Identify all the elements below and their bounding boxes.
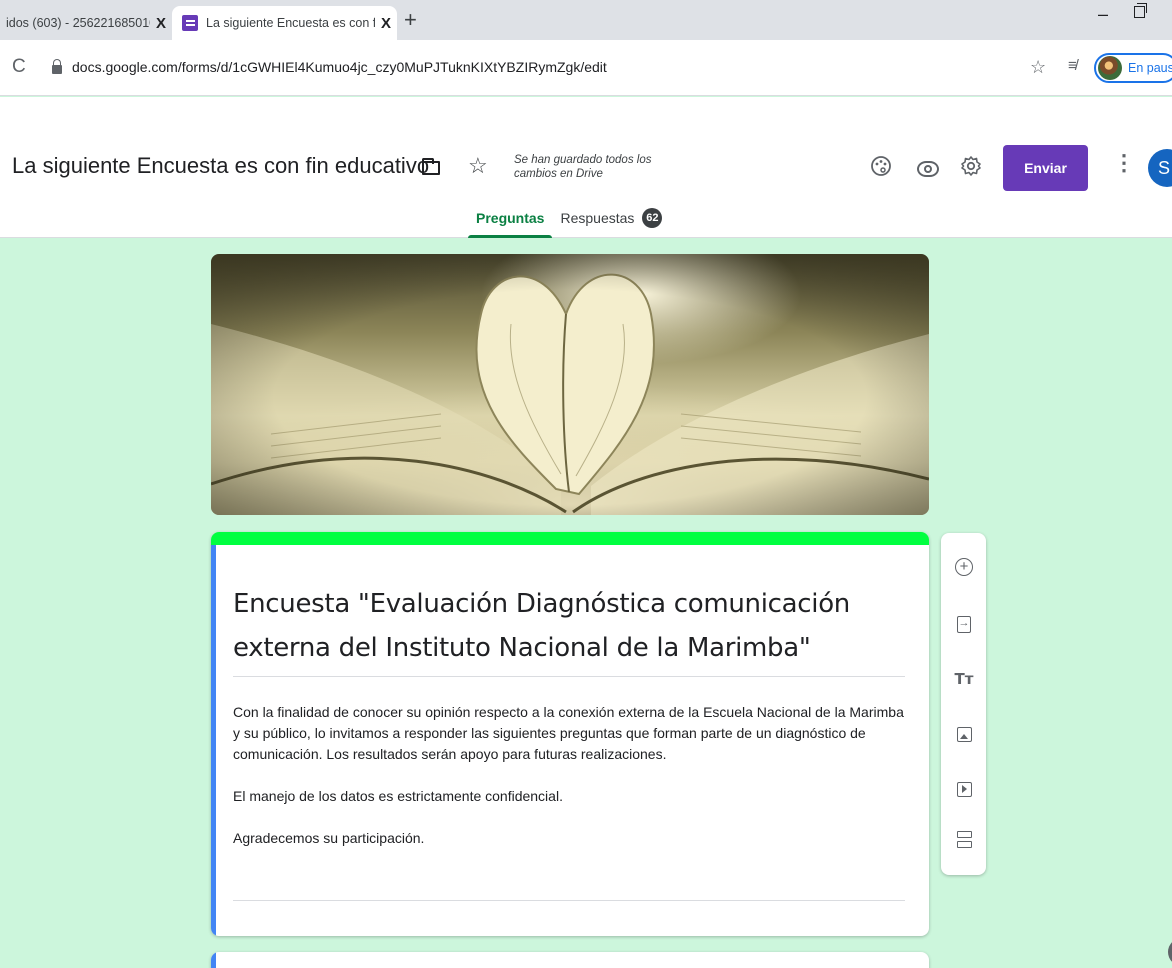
browser-tab-inactive[interactable]: idos (603) - 256221685010 X <box>0 6 172 40</box>
browser-tab-active[interactable]: La siguiente Encuesta es con fin e X <box>172 6 397 40</box>
form-title-card[interactable]: Encuesta "Evaluación Diagnóstica comunic… <box>211 532 929 936</box>
minimize-window-button[interactable]: – <box>1098 4 1108 25</box>
account-avatar[interactable]: S <box>1148 149 1172 187</box>
folder-icon[interactable] <box>422 158 440 175</box>
send-button[interactable]: Enviar <box>1003 145 1088 191</box>
header-banner-image <box>211 254 929 515</box>
bookmark-star-icon[interactable]: ☆ <box>1030 57 1046 78</box>
browser-toolbar: C docs.google.com/forms/d/1cGWHIEl4Kumuo… <box>0 40 1172 96</box>
new-tab-button[interactable]: + <box>404 6 417 34</box>
reload-icon[interactable]: C <box>12 56 26 78</box>
more-vert-icon[interactable]: ⋮ <box>1113 152 1135 174</box>
next-question-card[interactable] <box>211 952 929 968</box>
add-image-icon[interactable] <box>953 723 975 745</box>
tab-responses[interactable]: Respuestas 62 <box>552 199 670 237</box>
form-title[interactable]: Encuesta "Evaluación Diagnóstica comunic… <box>233 582 905 677</box>
reading-list-icon[interactable]: ≡/ <box>1068 57 1079 74</box>
description-paragraph: Agradecemos su participación. <box>233 830 425 846</box>
card-accent-bar <box>211 532 929 545</box>
description-paragraph: Con la finalidad de conocer su opinión r… <box>233 704 904 762</box>
responses-count-badge: 62 <box>642 208 663 228</box>
add-video-icon[interactable] <box>953 778 975 800</box>
tab-close-icon[interactable]: X <box>375 15 397 32</box>
profile-status: En pausa <box>1128 61 1172 75</box>
address-bar[interactable]: docs.google.com/forms/d/1cGWHIEl4Kumuo4j… <box>40 49 1060 85</box>
tab-title: idos (603) - 256221685010 <box>6 16 150 30</box>
help-button[interactable] <box>1168 938 1172 966</box>
tab-questions-label: Preguntas <box>476 210 545 226</box>
divider <box>233 900 905 901</box>
save-status: Se han guardado todos los cambios en Dri… <box>514 154 652 180</box>
lock-icon <box>52 58 62 74</box>
restore-window-button[interactable] <box>1134 3 1147 18</box>
url-text: docs.google.com/forms/d/1cGWHIEl4Kumuo4j… <box>72 59 607 75</box>
document-title[interactable]: La siguiente Encuesta es con fin educati… <box>12 153 429 179</box>
gear-icon[interactable] <box>960 155 982 183</box>
tab-close-icon[interactable]: X <box>150 15 172 32</box>
google-forms-favicon-icon <box>182 15 198 31</box>
form-description[interactable]: Con la finalidad de conocer su opinión r… <box>233 702 913 870</box>
add-section-icon[interactable] <box>953 829 975 851</box>
forms-header: La siguiente Encuesta es con fin educati… <box>0 97 1172 238</box>
star-icon[interactable]: ☆ <box>468 153 488 179</box>
tab-responses-label: Respuestas <box>560 210 635 226</box>
add-question-icon[interactable]: + <box>955 558 973 576</box>
form-tabs: Preguntas Respuestas 62 <box>468 199 670 238</box>
description-paragraph: El manejo de los datos es estrictamente … <box>233 788 563 804</box>
palette-icon[interactable] <box>870 155 892 183</box>
add-title-icon[interactable]: Tт <box>953 668 975 690</box>
preview-eye-icon[interactable] <box>917 161 939 177</box>
tab-title: La siguiente Encuesta es con fin e <box>206 16 375 30</box>
profile-avatar <box>1098 56 1122 80</box>
profile-button[interactable]: En pausa <box>1094 53 1172 83</box>
card-selected-indicator <box>211 545 216 936</box>
floating-toolbar: + → Tт <box>941 533 986 875</box>
import-questions-icon[interactable]: → <box>953 613 975 635</box>
browser-tab-strip: idos (603) - 256221685010 X La siguiente… <box>0 0 1172 40</box>
tab-questions[interactable]: Preguntas <box>468 199 553 238</box>
